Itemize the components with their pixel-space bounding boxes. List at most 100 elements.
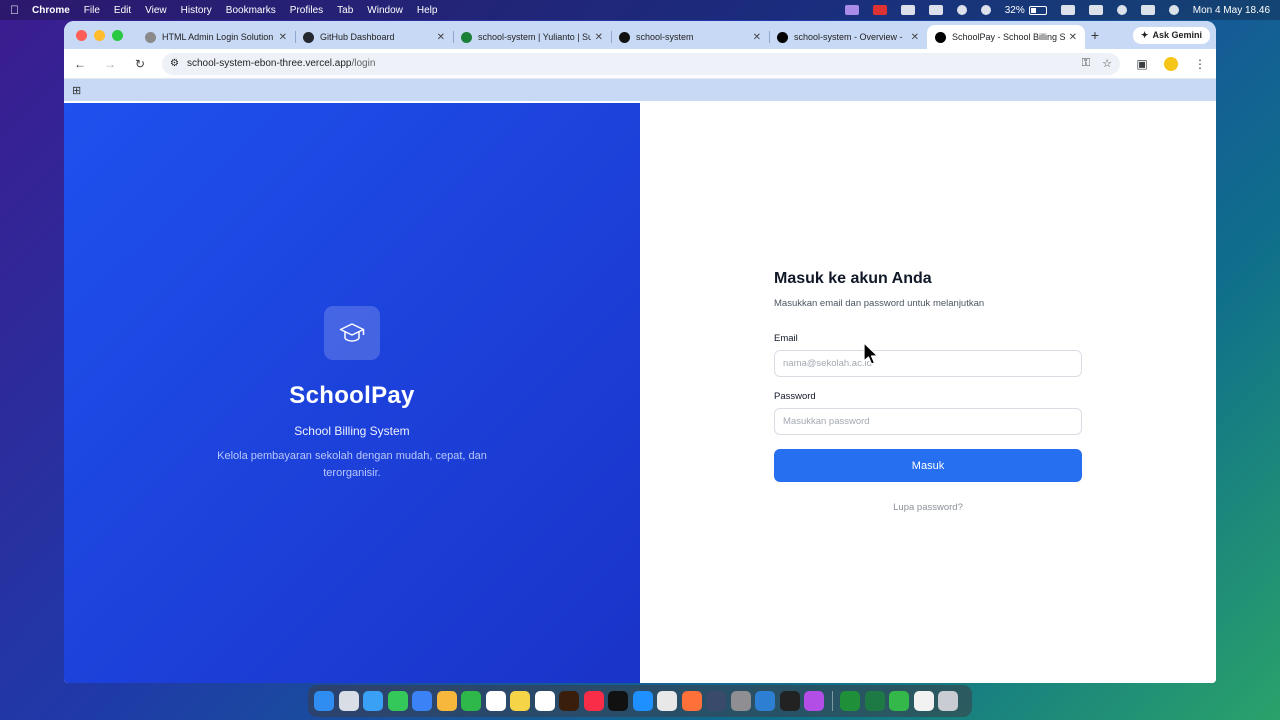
- dock: [308, 685, 972, 717]
- tab-close-icon[interactable]: ✕: [437, 32, 445, 43]
- address-bar[interactable]: ⚙ school-system-ebon-three.vercel.app/lo…: [162, 52, 1120, 75]
- ask-gemini-button[interactable]: ✦ Ask Gemini: [1132, 26, 1210, 44]
- battery-status[interactable]: 32%: [1005, 5, 1047, 16]
- document-icon[interactable]: [913, 691, 934, 711]
- back-icon[interactable]: ←: [72, 57, 88, 71]
- control-center-icon[interactable]: [1140, 5, 1155, 15]
- url-host: school-system-ebon-three.vercel.app: [186, 58, 352, 69]
- new-tab-button[interactable]: +: [1085, 27, 1105, 43]
- siri-icon[interactable]: [1168, 5, 1179, 15]
- tab-close-icon[interactable]: ✕: [911, 32, 919, 43]
- airdrop-icon[interactable]: [956, 5, 967, 15]
- screen-record-icon[interactable]: [844, 5, 859, 15]
- apps-grid-icon[interactable]: ⊞: [72, 84, 81, 97]
- red-app-icon[interactable]: [872, 5, 887, 15]
- page-content: SchoolPay School Billing System Kelola p…: [64, 103, 1216, 683]
- tab-4[interactable]: school-system - Overview - ✕: [769, 25, 927, 49]
- calendar-icon[interactable]: [485, 691, 506, 711]
- bookmark-star-icon[interactable]: ☆: [1102, 57, 1112, 70]
- email-field[interactable]: [774, 350, 1082, 377]
- hero-panel: SchoolPay School Billing System Kelola p…: [64, 103, 640, 683]
- tab-2[interactable]: school-system | Yulianto | Su ✕: [453, 25, 611, 49]
- reload-icon[interactable]: ↻: [132, 57, 148, 71]
- tab-0[interactable]: HTML Admin Login Solution ✕: [137, 25, 295, 49]
- menu-profiles[interactable]: Profiles: [290, 5, 323, 16]
- podcast-icon[interactable]: [804, 691, 824, 711]
- password-key-icon[interactable]: ⚿: [1082, 57, 1090, 70]
- menu-tab[interactable]: Tab: [337, 5, 353, 16]
- forgot-password-link[interactable]: Lupa password?: [774, 502, 1082, 513]
- menu-history[interactable]: History: [181, 5, 212, 16]
- xcode-instruments-icon[interactable]: [706, 691, 726, 711]
- wifi-icon[interactable]: [1088, 5, 1103, 15]
- system-settings-icon[interactable]: [730, 691, 751, 711]
- zoom-window-button[interactable]: [112, 29, 123, 41]
- messages-icon[interactable]: [387, 691, 408, 711]
- login-panel: Masuk ke akun Anda Masukkan email dan pa…: [640, 103, 1216, 683]
- clock[interactable]: Mon 4 May 18.46: [1193, 5, 1270, 16]
- password-field[interactable]: [774, 408, 1082, 435]
- photos-icon[interactable]: [436, 691, 457, 711]
- dock-separator: [831, 691, 833, 711]
- excel-icon[interactable]: [864, 691, 885, 711]
- tab-close-icon[interactable]: ✕: [595, 32, 603, 43]
- terminal-icon[interactable]: [779, 691, 800, 711]
- password-label: Password: [774, 391, 816, 402]
- reminders-icon[interactable]: [534, 691, 555, 711]
- pen-icon[interactable]: [900, 5, 915, 15]
- safari-icon[interactable]: [363, 691, 383, 711]
- battery-icon: [1028, 5, 1047, 15]
- menu-file[interactable]: File: [84, 5, 100, 16]
- capcut-icon[interactable]: [608, 691, 628, 711]
- more-menu-icon[interactable]: ⋮: [1192, 57, 1208, 71]
- music-icon[interactable]: [583, 691, 604, 711]
- vscode-icon[interactable]: [755, 691, 775, 711]
- launchpad-icon[interactable]: [338, 691, 359, 711]
- app-store-icon[interactable]: [632, 691, 653, 711]
- search-icon[interactable]: [1116, 5, 1127, 15]
- bookmarks-bar: ⊞: [64, 79, 1216, 101]
- firefox-icon[interactable]: [681, 691, 702, 711]
- menu-app-name[interactable]: Chrome: [32, 5, 70, 16]
- mail-icon[interactable]: [412, 691, 432, 711]
- tab-close-icon[interactable]: ✕: [279, 32, 287, 43]
- finder-icon[interactable]: [314, 691, 334, 711]
- menu-edit[interactable]: Edit: [114, 5, 131, 16]
- tab-title: SchoolPay - School Billing S: [952, 32, 1065, 42]
- menu-bookmarks[interactable]: Bookmarks: [226, 5, 276, 16]
- url-path: /login: [351, 58, 376, 69]
- profile-avatar[interactable]: [1164, 56, 1178, 71]
- tab-5-active[interactable]: SchoolPay - School Billing S ✕: [927, 25, 1085, 49]
- tab-close-icon[interactable]: ✕: [1069, 32, 1077, 43]
- numbers-icon[interactable]: [889, 691, 909, 711]
- illustrator-icon[interactable]: [559, 691, 579, 711]
- tab-close-icon[interactable]: ✕: [753, 32, 761, 43]
- login-title: Masuk ke akun Anda: [774, 270, 932, 287]
- graduation-cap-icon: [339, 323, 365, 342]
- battery-percent: 32%: [1004, 4, 1025, 16]
- forward-icon[interactable]: →: [102, 57, 118, 71]
- info-icon[interactable]: [980, 5, 991, 15]
- tab-3[interactable]: school-system ✕: [611, 25, 769, 49]
- menu-bar:  Chrome File Edit View History Bookmark…: [0, 0, 1280, 20]
- menu-window[interactable]: Window: [367, 5, 403, 16]
- minimize-window-button[interactable]: [94, 29, 105, 41]
- tab-search-icon[interactable]: ▣: [1134, 57, 1150, 71]
- sheets-icon[interactable]: [840, 691, 860, 711]
- trash-icon[interactable]: [938, 691, 958, 711]
- menu-help[interactable]: Help: [417, 5, 438, 16]
- tab-1[interactable]: GitHub Dashboard ✕: [295, 25, 453, 49]
- site-settings-icon[interactable]: ⚙: [170, 58, 179, 69]
- apple-icon[interactable]: : [10, 3, 32, 17]
- tab-favicon-icon: [303, 31, 314, 43]
- link-icon[interactable]: [1060, 5, 1075, 15]
- menu-view[interactable]: View: [145, 5, 167, 16]
- chrome-icon[interactable]: [657, 691, 677, 711]
- display-icon[interactable]: [928, 5, 943, 15]
- facetime-icon[interactable]: [461, 691, 481, 711]
- tab-title: school-system - Overview -: [794, 32, 903, 42]
- close-window-button[interactable]: [76, 29, 87, 41]
- login-submit-button[interactable]: Masuk: [774, 449, 1082, 482]
- notes-icon[interactable]: [510, 691, 530, 711]
- login-subtitle: Masukkan email dan password untuk melanj…: [774, 298, 985, 309]
